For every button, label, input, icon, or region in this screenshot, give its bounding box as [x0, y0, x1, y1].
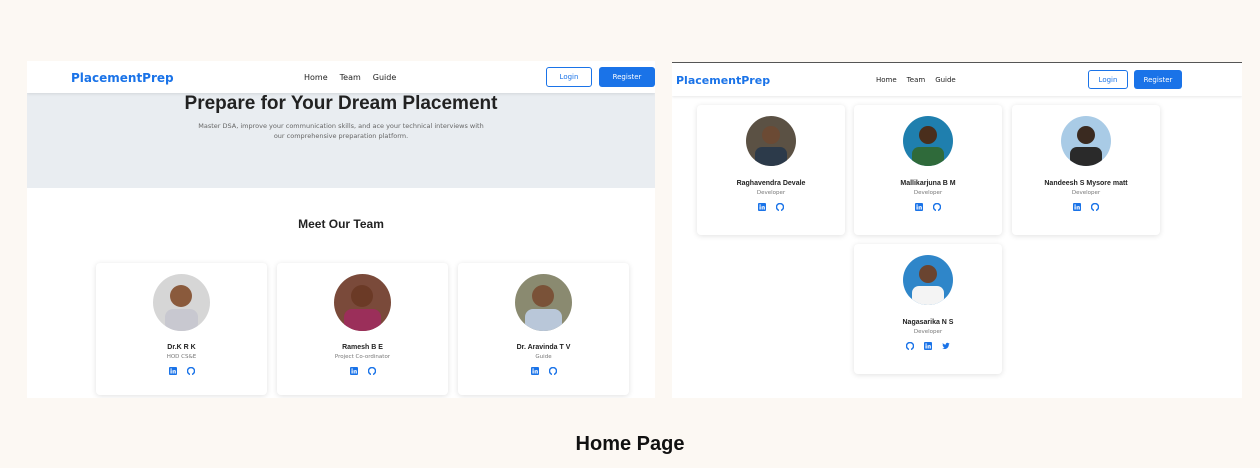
team-card: Nagasarika N S Developer [854, 244, 1002, 374]
team-card: Ramesh B E Project Co-ordinator [277, 263, 448, 395]
linkedin-icon[interactable] [349, 367, 358, 375]
linkedin-icon[interactable] [168, 367, 177, 375]
home-page-screenshot-left: PlacementPrep Home Team Guide Login Regi… [27, 61, 655, 398]
avatar [903, 116, 953, 166]
github-icon[interactable] [367, 367, 376, 375]
member-role: Developer [1071, 190, 1101, 196]
team-card: Nandeesh S Mysore matt Developer [1012, 105, 1160, 235]
hero-title: Prepare for Your Dream Placement [184, 93, 498, 114]
home-page-screenshot-right: PlacementPrep Home Team Guide Login Regi… [672, 62, 1242, 398]
team-card: Mallikarjuna B M Developer [854, 105, 1002, 235]
member-role: Project Co-ordinator [334, 354, 391, 360]
member-role: HOD CS&E [166, 354, 197, 360]
member-role: Guide [535, 354, 552, 360]
avatar [903, 255, 953, 305]
nav-links: Home Team Guide [876, 76, 956, 84]
nav-link-home[interactable]: Home [876, 76, 897, 84]
nav-link-home[interactable]: Home [304, 73, 328, 82]
member-name: Mallikarjuna B M [900, 180, 956, 187]
member-name: Dr.K R K [167, 344, 196, 351]
team-card: Dr. Aravinda T V Guide [458, 263, 629, 395]
navbar: PlacementPrep Home Team Guide Login Regi… [672, 62, 1242, 96]
github-icon[interactable] [548, 367, 557, 375]
team-card: Dr.K R K HOD CS&E [96, 263, 267, 395]
login-button[interactable]: Login [546, 67, 592, 87]
team-section-title: Meet Our Team [298, 217, 384, 231]
avatar [1061, 116, 1111, 166]
github-icon[interactable] [776, 203, 784, 211]
nav-link-team[interactable]: Team [907, 76, 926, 84]
avatar [746, 116, 796, 166]
github-icon[interactable] [186, 367, 195, 375]
register-button[interactable]: Register [1134, 70, 1182, 89]
brand-logo[interactable]: PlacementPrep [676, 74, 770, 87]
avatar [515, 274, 572, 331]
github-icon[interactable] [906, 342, 914, 350]
github-icon[interactable] [1091, 203, 1099, 211]
member-name: Ramesh B E [342, 344, 383, 351]
hero-subtitle: Master DSA, improve your communication s… [198, 122, 484, 140]
linkedin-icon[interactable] [924, 342, 932, 350]
hero-section: Prepare for Your Dream Placement Master … [27, 93, 655, 188]
linkedin-icon[interactable] [758, 203, 766, 211]
avatar [334, 274, 391, 331]
member-name: Raghavendra Devale [736, 180, 806, 187]
member-name: Nagasarika N S [902, 319, 954, 326]
nav-link-guide[interactable]: Guide [935, 76, 956, 84]
member-name: Nandeesh S Mysore matt [1044, 180, 1128, 187]
nav-link-team[interactable]: Team [340, 73, 361, 82]
member-role: Developer [913, 329, 943, 335]
brand-logo[interactable]: PlacementPrep [71, 71, 174, 85]
twitter-icon[interactable] [942, 342, 950, 350]
linkedin-icon[interactable] [1073, 203, 1081, 211]
register-button[interactable]: Register [599, 67, 655, 87]
team-card: Raghavendra Devale Developer [697, 105, 845, 235]
member-role: Developer [913, 190, 943, 196]
avatar [153, 274, 210, 331]
github-icon[interactable] [933, 203, 941, 211]
member-role: Developer [756, 190, 786, 196]
linkedin-icon[interactable] [915, 203, 923, 211]
caption: Home Page [575, 433, 685, 455]
login-button[interactable]: Login [1088, 70, 1128, 89]
nav-link-guide[interactable]: Guide [373, 73, 397, 82]
navbar: PlacementPrep Home Team Guide Login Regi… [27, 61, 655, 93]
linkedin-icon[interactable] [530, 367, 539, 375]
nav-links: Home Team Guide [304, 73, 396, 82]
member-name: Dr. Aravinda T V [516, 344, 571, 351]
